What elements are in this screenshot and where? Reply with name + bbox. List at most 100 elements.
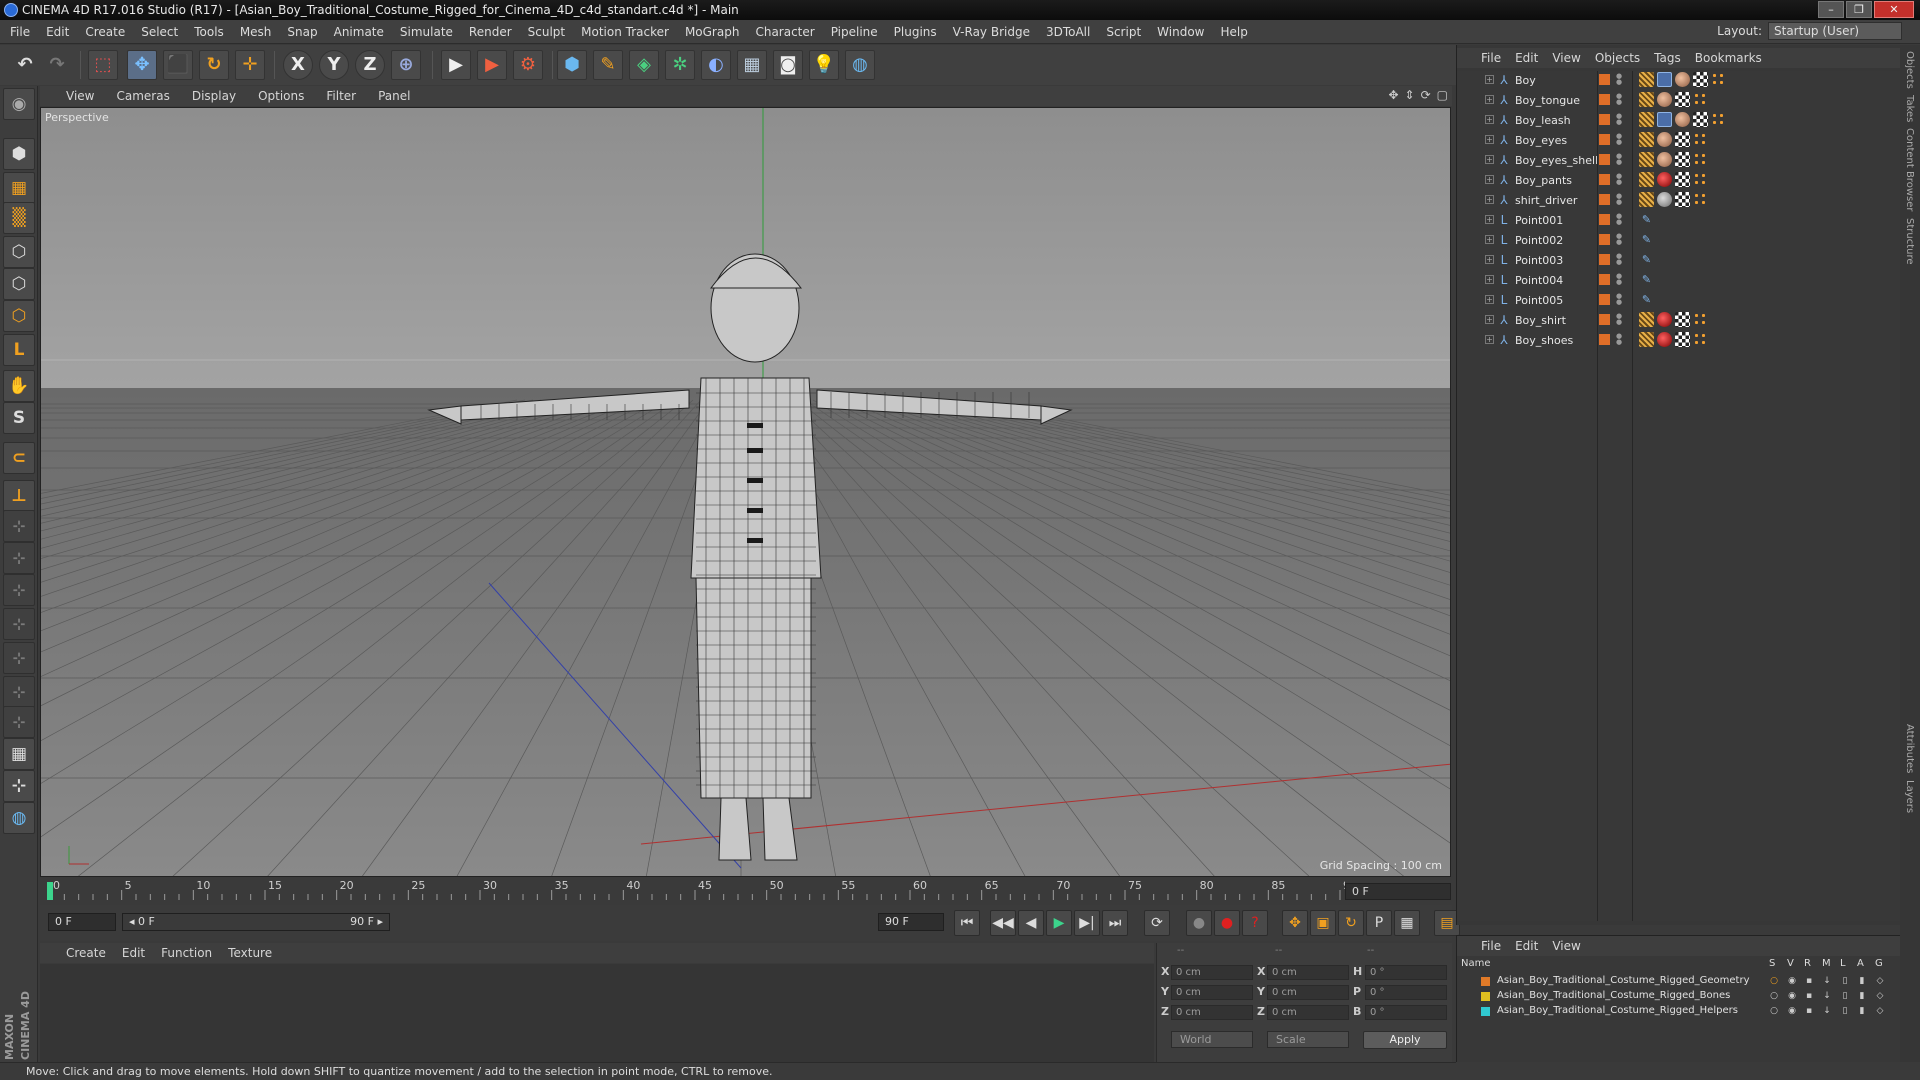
layer-generators-toggle[interactable]: ◇ [1875, 1006, 1885, 1016]
layer-solo-toggle[interactable]: ○ [1769, 1006, 1779, 1016]
rotation-field[interactable]: 0 ° [1365, 1005, 1447, 1020]
layer-color-swatch[interactable] [1599, 174, 1610, 185]
joint-tool-icon[interactable]: ⊹ [3, 510, 35, 542]
material-menu-create[interactable]: Create [66, 946, 106, 960]
layer-color-swatch[interactable] [1599, 254, 1610, 265]
kink-tag-icon[interactable]: ✎ [1639, 232, 1654, 247]
loop-button[interactable]: ⟳ [1144, 910, 1170, 936]
size-field[interactable]: 0 cm [1267, 985, 1349, 1000]
undo-icon[interactable]: ↶ [10, 50, 40, 80]
matgrey-tag-icon[interactable] [1657, 192, 1672, 207]
layer-animation-toggle[interactable]: ▮ [1857, 991, 1867, 1001]
position-field[interactable]: 0 cm [1171, 965, 1253, 980]
timeline-ruler[interactable]: 051015202530354045505560657075808590 [40, 878, 1452, 902]
z-axis-lock-icon[interactable]: Z [355, 50, 385, 80]
object-menu-view[interactable]: View [1552, 51, 1580, 65]
pan-view-icon[interactable]: ✥ [1388, 88, 1398, 102]
y-axis-lock-icon[interactable]: Y [319, 50, 349, 80]
menu-tools[interactable]: Tools [194, 25, 233, 39]
view-mode-icon[interactable]: ◉ [3, 88, 35, 120]
object-row[interactable]: + L Point001 ● ● ✎ [1457, 211, 1901, 231]
ik-tool-icon[interactable]: ⊹ [3, 574, 35, 606]
python-icon[interactable]: ◍ [845, 50, 875, 80]
layer-color-swatch[interactable] [1599, 134, 1610, 145]
solo-mode-icon[interactable]: S [3, 402, 35, 434]
layer-color-swatch[interactable] [1599, 294, 1610, 305]
skin-tool-icon[interactable]: ⊹ [3, 642, 35, 674]
mat-tag-icon[interactable] [1657, 132, 1672, 147]
expand-icon[interactable]: + [1485, 195, 1494, 204]
mat-tag-icon[interactable] [1657, 92, 1672, 107]
viewport-menu-view[interactable]: View [66, 89, 94, 103]
autokey-off-icon[interactable]: ● [1186, 910, 1212, 936]
subdivision-surface-icon[interactable]: ◈ [629, 50, 659, 80]
phong-tag-icon[interactable] [1639, 72, 1654, 87]
menu-pipeline[interactable]: Pipeline [831, 25, 887, 39]
object-row[interactable]: + L Point003 ● ● ✎ [1457, 251, 1901, 271]
visibility-toggle[interactable]: ● ● [1616, 113, 1622, 127]
layer-visible-toggle[interactable]: ◉ [1787, 1006, 1797, 1016]
dots-tag-icon[interactable] [1693, 152, 1708, 167]
phong-tag-icon[interactable] [1639, 192, 1654, 207]
layer-color-swatch[interactable] [1599, 74, 1610, 85]
object-row[interactable]: + ⅄ Boy_eyes_shell ● ● [1457, 151, 1901, 171]
viewport-menu-cameras[interactable]: Cameras [116, 89, 169, 103]
visibility-toggle[interactable]: ● ● [1616, 133, 1622, 147]
world-dropdown[interactable]: World [1171, 1031, 1253, 1048]
phong-tag-icon[interactable] [1639, 92, 1654, 107]
coordinate-system-icon[interactable]: ⊕ [391, 50, 421, 80]
phong-tag-icon[interactable] [1639, 152, 1654, 167]
object-row[interactable]: + ⅄ Boy_shirt ● ● [1457, 311, 1901, 331]
menu-mograph[interactable]: MoGraph [685, 25, 749, 39]
visibility-toggle[interactable]: ● ● [1616, 93, 1622, 107]
right-tab-layers[interactable]: Layers [1904, 780, 1915, 813]
magnet-icon[interactable]: ⊂ [3, 442, 35, 474]
maximize-button[interactable]: ❐ [1846, 1, 1872, 18]
snap-icon[interactable]: ⊥ [3, 480, 35, 512]
matred-tag-icon[interactable] [1657, 312, 1672, 327]
menu-script[interactable]: Script [1106, 25, 1150, 39]
viewport-menu-options[interactable]: Options [258, 89, 304, 103]
expand-icon[interactable]: + [1485, 235, 1494, 244]
transform-tool-icon[interactable]: ✛ [235, 50, 265, 80]
current-frame-field[interactable]: 0 F [1345, 883, 1451, 900]
check-tag-icon[interactable] [1675, 332, 1690, 347]
layer-render-toggle[interactable]: ▪ [1804, 991, 1814, 1001]
minimize-button[interactable]: – [1818, 1, 1844, 18]
frame-range-slider[interactable]: ◂ 0 F 90 F ▸ [122, 913, 390, 931]
render-view-icon[interactable]: ▶ [441, 50, 471, 80]
dots-tag-icon[interactable] [1693, 172, 1708, 187]
position-field[interactable]: 0 cm [1171, 1005, 1253, 1020]
menu-sculpt[interactable]: Sculpt [528, 25, 574, 39]
check-tag-icon[interactable] [1675, 132, 1690, 147]
end-frame-field[interactable]: 90 F [878, 913, 944, 931]
start-frame-field[interactable]: 0 F [48, 913, 116, 931]
dots-tag-icon[interactable] [1693, 132, 1708, 147]
menu-simulate[interactable]: Simulate [400, 25, 462, 39]
object-row[interactable]: + L Point005 ● ● ✎ [1457, 291, 1901, 311]
menu-edit[interactable]: Edit [46, 25, 78, 39]
previous-frame-button[interactable]: ◀ [1018, 910, 1044, 936]
expand-icon[interactable]: + [1485, 315, 1494, 324]
move-tool-icon[interactable]: ✥ [127, 50, 157, 80]
expand-icon[interactable]: + [1485, 275, 1494, 284]
record-key-icon[interactable]: ● [1214, 910, 1240, 936]
right-tab-takes[interactable]: Takes [1904, 95, 1915, 122]
key-pla-icon[interactable]: ▦ [1394, 910, 1420, 936]
layer-menu-file[interactable]: File [1481, 939, 1501, 953]
misc-tool-icon[interactable]: ⊹ [3, 770, 35, 802]
weight-tool-icon[interactable]: ⊹ [3, 608, 35, 640]
scale-tool-icon[interactable]: ⬛ [163, 50, 193, 80]
layer-menu-edit[interactable]: Edit [1515, 939, 1538, 953]
phong-tag-icon[interactable] [1639, 132, 1654, 147]
expand-icon[interactable]: + [1485, 255, 1494, 264]
layer-color-swatch[interactable] [1599, 114, 1610, 125]
material-manager-area[interactable] [40, 964, 1154, 1070]
layer-color-swatch[interactable] [1599, 314, 1610, 325]
layer-color-swatch[interactable] [1481, 977, 1490, 986]
visibility-toggle[interactable]: ● ● [1616, 193, 1622, 207]
visibility-toggle[interactable]: ● ● [1616, 73, 1622, 87]
menu-animate[interactable]: Animate [334, 25, 393, 39]
layout-dropdown[interactable]: Startup (User) [1768, 22, 1902, 40]
material-menu-edit[interactable]: Edit [122, 946, 145, 960]
